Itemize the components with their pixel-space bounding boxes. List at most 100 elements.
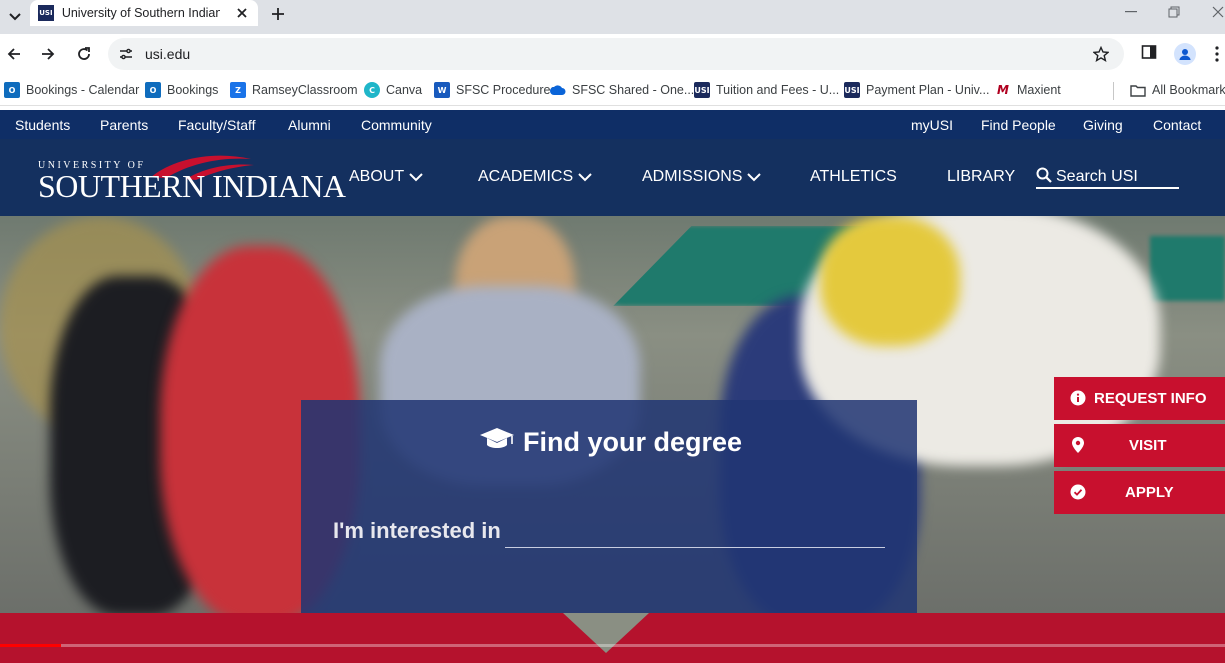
close-tab-icon[interactable] bbox=[234, 5, 250, 21]
outlook-icon: O bbox=[4, 82, 20, 98]
bookmark-label: Payment Plan - Univ... bbox=[866, 83, 990, 97]
info-icon bbox=[1070, 390, 1086, 406]
bookmark-item[interactable]: USI Tuition and Fees - U... bbox=[694, 82, 839, 98]
folder-icon bbox=[1130, 82, 1146, 98]
bookmark-label: RamseyClassroom bbox=[252, 83, 358, 97]
bookmark-item[interactable]: W SFSC Procedures bbox=[434, 82, 557, 98]
find-degree-panel: Find your degree I'm interested in bbox=[301, 400, 917, 613]
utility-link-students[interactable]: Students bbox=[15, 117, 70, 133]
utility-link-contact[interactable]: Contact bbox=[1153, 117, 1201, 133]
interest-label: I'm interested in bbox=[333, 518, 501, 543]
bookmark-item[interactable]: SFSC Shared - One... bbox=[550, 82, 694, 98]
maxient-icon: M bbox=[997, 83, 1009, 97]
nav-label: ABOUT bbox=[349, 168, 405, 185]
cta-label: APPLY bbox=[1125, 484, 1174, 501]
bookmarks-separator bbox=[1113, 82, 1114, 100]
nav-library[interactable]: LIBRARY bbox=[947, 168, 1015, 186]
bookmark-label: SFSC Shared - One... bbox=[572, 83, 695, 97]
request-info-button[interactable]: REQUEST INFO bbox=[1054, 377, 1225, 420]
back-icon[interactable] bbox=[4, 44, 24, 64]
nav-admissions[interactable]: ADMISSIONS bbox=[642, 168, 762, 186]
close-window-icon[interactable] bbox=[1207, 4, 1225, 20]
forward-icon[interactable] bbox=[38, 44, 58, 64]
side-panel-icon[interactable] bbox=[1141, 44, 1159, 62]
minimize-icon[interactable] bbox=[1120, 4, 1142, 20]
chevron-down-icon bbox=[747, 172, 762, 182]
utility-nav: Students Parents Faculty/Staff Alumni Co… bbox=[0, 110, 1225, 139]
utility-link-find-people[interactable]: Find People bbox=[981, 117, 1056, 133]
utility-link-community[interactable]: Community bbox=[361, 117, 432, 133]
browser-tab-strip: USI University of Southern Indiana | bbox=[0, 0, 1225, 34]
url-text: usi.edu bbox=[145, 46, 191, 62]
bookmark-item[interactable]: C Canva bbox=[364, 82, 422, 98]
usi-favicon-icon: USI bbox=[38, 5, 54, 21]
chevron-down-icon bbox=[409, 172, 423, 182]
bookmark-label: Canva bbox=[386, 83, 423, 97]
all-bookmarks-button[interactable]: All Bookmarks bbox=[1130, 82, 1225, 98]
bookmark-item[interactable]: O Bookings - Calendar bbox=[4, 82, 139, 98]
utility-link-giving[interactable]: Giving bbox=[1083, 117, 1123, 133]
outlook-icon: O bbox=[145, 82, 161, 98]
site-info-icon[interactable] bbox=[118, 46, 134, 62]
onedrive-icon bbox=[550, 82, 566, 98]
bookmarks-bar: O Bookings - Calendar O Bookings Z Ramse… bbox=[0, 74, 1225, 106]
chevron-down-icon bbox=[578, 172, 592, 182]
bookmark-label: All Bookmarks bbox=[1152, 83, 1225, 97]
find-degree-label: Find your degree bbox=[523, 427, 743, 457]
search-icon bbox=[1036, 167, 1052, 188]
logo-big-text: SOUTHERN INDIANA bbox=[38, 168, 346, 204]
video-progress-fill bbox=[0, 644, 61, 647]
utility-link-alumni[interactable]: Alumni bbox=[288, 117, 331, 133]
bookmark-label: Bookings bbox=[167, 83, 219, 97]
restore-icon[interactable] bbox=[1163, 4, 1185, 20]
nav-label: ATHLETICS bbox=[810, 168, 897, 185]
utility-link-myusi[interactable]: myUSI bbox=[911, 117, 953, 133]
usi-icon: USI bbox=[844, 82, 860, 98]
utility-link-parents[interactable]: Parents bbox=[100, 117, 148, 133]
browser-tab-active[interactable]: USI University of Southern Indiana | bbox=[30, 0, 258, 26]
find-degree-title: Find your degree bbox=[479, 426, 742, 459]
utility-link-faculty-staff[interactable]: Faculty/Staff bbox=[178, 117, 256, 133]
bookmark-label: Maxient bbox=[1017, 83, 1061, 97]
bookmark-label: SFSC Procedures bbox=[456, 83, 557, 97]
address-bar[interactable]: usi.edu bbox=[108, 38, 1124, 70]
canva-icon: C bbox=[364, 82, 380, 98]
video-progress-track[interactable] bbox=[0, 644, 1225, 647]
profile-avatar-icon[interactable] bbox=[1174, 43, 1196, 65]
usi-icon: USI bbox=[694, 82, 710, 98]
main-nav: UNIVERSITY OF SOUTHERN INDIANA ABOUT ACA… bbox=[0, 139, 1225, 216]
bookmark-label: Bookings - Calendar bbox=[26, 83, 140, 97]
visit-button[interactable]: VISIT bbox=[1054, 424, 1225, 467]
tab-search-icon[interactable] bbox=[4, 6, 26, 28]
apply-button[interactable]: APPLY bbox=[1054, 471, 1225, 514]
new-tab-icon[interactable] bbox=[268, 4, 288, 24]
nav-athletics[interactable]: ATHLETICS bbox=[810, 168, 897, 186]
bookmark-item[interactable]: USI Payment Plan - Univ... bbox=[844, 82, 989, 98]
bookmark-label: Tuition and Fees - U... bbox=[716, 83, 840, 97]
hero-video[interactable]: Find your degree I'm interested in REQUE… bbox=[0, 216, 1225, 613]
cta-label: REQUEST INFO bbox=[1094, 390, 1207, 407]
bookmark-star-icon[interactable] bbox=[1092, 45, 1110, 63]
usi-logo[interactable]: UNIVERSITY OF SOUTHERN INDIANA bbox=[38, 151, 346, 207]
check-circle-icon bbox=[1070, 484, 1086, 500]
scroll-down-notch[interactable] bbox=[563, 613, 649, 653]
nav-about[interactable]: ABOUT bbox=[349, 168, 423, 186]
location-pin-icon bbox=[1070, 437, 1086, 453]
hero-background-umbrella bbox=[1150, 236, 1225, 301]
nav-label: ADMISSIONS bbox=[642, 168, 743, 185]
reload-icon[interactable] bbox=[74, 44, 94, 64]
nav-academics[interactable]: ACADEMICS bbox=[478, 168, 592, 186]
bookmark-item[interactable]: O Bookings bbox=[145, 82, 218, 98]
bookmark-item[interactable]: Z RamseyClassroom bbox=[230, 82, 358, 98]
nav-label: LIBRARY bbox=[947, 168, 1016, 185]
browser-menu-icon[interactable] bbox=[1212, 44, 1222, 64]
browser-toolbar: usi.edu bbox=[0, 34, 1225, 74]
ramsey-icon: Z bbox=[230, 82, 246, 98]
graduation-cap-icon bbox=[479, 426, 515, 459]
nav-label: ACADEMICS bbox=[478, 168, 574, 185]
site-search[interactable]: Search USI bbox=[1036, 167, 1179, 189]
tab-title: University of Southern Indiana | bbox=[61, 6, 221, 20]
interest-input[interactable] bbox=[505, 514, 885, 548]
bookmark-item[interactable]: M Maxient bbox=[995, 82, 1061, 98]
search-label: Search USI bbox=[1056, 168, 1138, 185]
